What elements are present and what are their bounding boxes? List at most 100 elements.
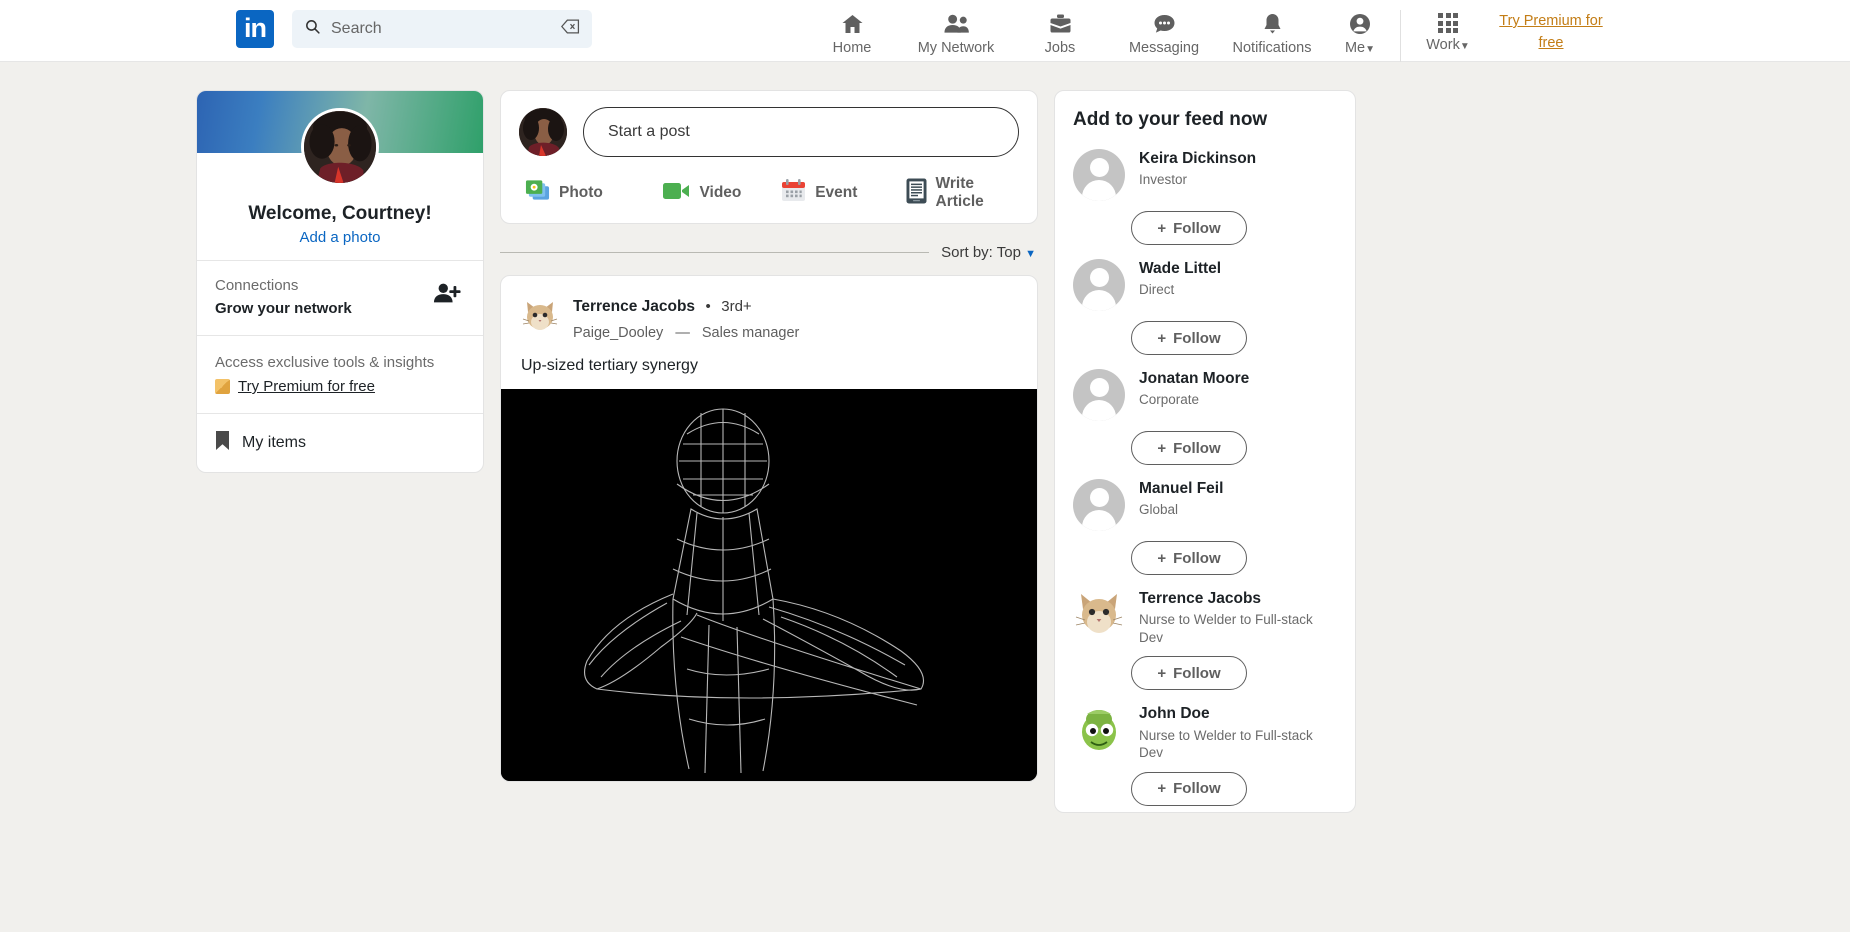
suggestion-row: Keira Dickinson Investor — [1073, 141, 1337, 201]
nav-item-notifications[interactable]: Notifications — [1218, 10, 1326, 56]
suggestion-row: Wade Littel Direct — [1073, 251, 1337, 311]
clear-icon[interactable] — [560, 19, 580, 39]
chevron-down-icon[interactable]: ▼ — [1460, 41, 1470, 52]
suggestion-name[interactable]: Manuel Feil — [1139, 479, 1223, 498]
header-right-group: Work▼ Try Premium for free — [1409, 10, 1609, 55]
follow-button[interactable]: + Follow — [1131, 656, 1247, 691]
follow-button[interactable]: + Follow — [1131, 431, 1247, 465]
briefcase-icon — [1010, 12, 1110, 38]
start-post-input[interactable]: Start a post — [583, 107, 1019, 157]
divider — [500, 252, 930, 253]
suggestion-name[interactable]: Terrence Jacobs — [1139, 589, 1337, 608]
list-item: Jonatan Moore Corporate + Follow — [1073, 361, 1337, 465]
connection-degree: 3rd+ — [721, 298, 752, 315]
avatar[interactable] — [1073, 369, 1125, 421]
linkedin-logo[interactable]: in — [236, 10, 274, 48]
avatar[interactable] — [1073, 479, 1125, 531]
avatar[interactable] — [1073, 259, 1125, 311]
photo-label: Photo — [559, 184, 603, 201]
suggestion-name[interactable]: Keira Dickinson — [1139, 149, 1256, 168]
photo-button[interactable]: Photo — [525, 179, 663, 208]
post-author-avatar[interactable] — [521, 298, 559, 336]
premium-badge-icon — [215, 379, 230, 394]
page-title: Welcome, Courtney! — [248, 203, 432, 224]
add-photo-link[interactable]: Add a photo — [197, 229, 483, 246]
nav-item-my-network[interactable]: My Network — [902, 10, 1010, 56]
primary-navigation: Home My Network Jobs Messaging Notificat… — [802, 10, 1609, 62]
follow-label: Follow — [1173, 549, 1221, 567]
nav-label: Me — [1344, 40, 1366, 56]
bell-icon — [1218, 12, 1326, 38]
profile-card: Welcome, Courtney! Add a photo Connectio… — [196, 90, 484, 473]
event-button[interactable]: Event — [781, 178, 905, 208]
post-text: Up-sized tertiary synergy — [521, 357, 698, 374]
nav-item-messaging[interactable]: Messaging — [1110, 10, 1218, 56]
add-person-icon[interactable] — [433, 281, 461, 310]
try-premium-link[interactable]: Try Premium for free — [1493, 10, 1609, 55]
follow-label: Follow — [1173, 439, 1221, 457]
nav-label: Home — [832, 40, 872, 56]
my-items-label: My items — [242, 434, 306, 451]
follow-button[interactable]: + Follow — [1131, 321, 1247, 355]
chat-icon — [1110, 12, 1218, 38]
plus-icon: + — [1157, 664, 1167, 682]
suggestion-role: Corporate — [1139, 392, 1200, 408]
post-author-row: Terrence Jacobs • 3rd+ — [573, 298, 799, 316]
try-premium-sidebar-link[interactable]: Try Premium for free — [238, 378, 375, 395]
avatar[interactable] — [1073, 149, 1125, 201]
follow-button[interactable]: + Follow — [1131, 211, 1247, 245]
post-author-handle: Paige_Dooley — [573, 325, 664, 341]
suggestion-row: Terrence Jacobs Nurse to Welder to Full-… — [1073, 581, 1337, 646]
chevron-down-icon[interactable]: ▼ — [1365, 44, 1375, 55]
nav-item-jobs[interactable]: Jobs — [1010, 10, 1110, 56]
search-icon — [304, 18, 321, 40]
video-button[interactable]: Video — [663, 181, 781, 206]
post-author-name[interactable]: Terrence Jacobs — [573, 298, 695, 315]
nav-label: Notifications — [1232, 40, 1312, 56]
list-item: Wade Littel Direct + Follow — [1073, 251, 1337, 355]
premium-description: Access exclusive tools & insights — [215, 354, 435, 371]
write-article-button[interactable]: Write Article — [906, 175, 1019, 211]
sort-dropdown[interactable]: Sort by: Top ▼ — [941, 244, 1036, 261]
nav-label: My Network — [917, 40, 995, 56]
follow-button[interactable]: + Follow — [1131, 541, 1247, 575]
avatar[interactable] — [301, 108, 379, 186]
list-item: John Doe Nurse to Welder to Full-stack D… — [1073, 696, 1337, 806]
my-items-link[interactable]: My items — [197, 414, 483, 472]
article-icon — [906, 178, 927, 209]
suggestion-name[interactable]: Jonatan Moore — [1139, 369, 1249, 388]
follow-label: Follow — [1173, 664, 1221, 682]
grid-icon — [1438, 13, 1458, 33]
suggestion-role: Global — [1139, 502, 1179, 518]
page-body: Welcome, Courtney! Add a photo Connectio… — [0, 62, 1850, 813]
dash-separator: — — [675, 325, 690, 341]
suggestion-name[interactable]: Wade Littel — [1139, 259, 1221, 278]
header-divider — [1400, 10, 1401, 62]
connections-section[interactable]: Connections Grow your network — [197, 261, 483, 335]
suggestion-info: John Doe Nurse to Welder to Full-stack D… — [1139, 704, 1337, 761]
composer-avatar[interactable] — [519, 108, 567, 156]
grow-network-label: Grow your network — [215, 300, 352, 317]
suggestion-info: Terrence Jacobs Nurse to Welder to Full-… — [1139, 589, 1337, 646]
home-icon — [802, 12, 902, 38]
search-input[interactable]: Search — [292, 10, 592, 48]
nav-item-work[interactable]: Work▼ — [1409, 10, 1487, 53]
global-header: in Search Home My Network Jobs Messaging… — [0, 0, 1850, 62]
follow-button[interactable]: + Follow — [1131, 771, 1247, 806]
list-item: Terrence Jacobs Nurse to Welder to Full-… — [1073, 581, 1337, 691]
composer-actions: Photo Video Event Write Article — [519, 175, 1019, 211]
avatar[interactable] — [1073, 589, 1125, 641]
nav-item-home[interactable]: Home — [802, 10, 902, 56]
suggestion-info: Jonatan Moore Corporate — [1139, 369, 1249, 409]
post-image[interactable] — [501, 389, 1037, 781]
follow-label: Follow — [1173, 329, 1221, 347]
suggestion-info: Wade Littel Direct — [1139, 259, 1221, 299]
feed-post: Terrence Jacobs • 3rd+ Paige_Dooley — Sa… — [500, 275, 1038, 782]
search-placeholder: Search — [331, 20, 382, 37]
avatar[interactable] — [1073, 704, 1125, 757]
nav-item-me[interactable]: Me▼ — [1326, 10, 1394, 56]
premium-cta-row: Try Premium for free — [215, 378, 465, 395]
post-header: Terrence Jacobs • 3rd+ Paige_Dooley — Sa… — [501, 276, 1037, 351]
suggestion-row: Manuel Feil Global — [1073, 471, 1337, 531]
suggestion-name[interactable]: John Doe — [1139, 704, 1337, 723]
